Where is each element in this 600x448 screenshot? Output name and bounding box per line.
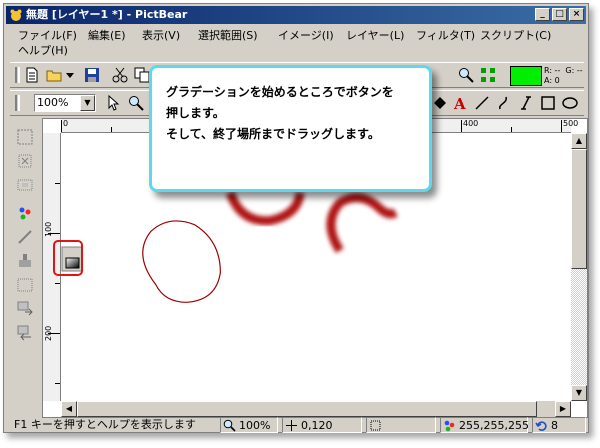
zoom-view-icon[interactable] — [458, 67, 474, 83]
callout-line-2: 押します。 — [166, 106, 225, 120]
bezier-tool-icon[interactable] — [518, 95, 534, 111]
zoom-select[interactable]: 100% ▼ — [34, 94, 96, 112]
menu-image[interactable]: イメージ(I) — [278, 28, 334, 43]
undo-arrow-icon — [535, 421, 547, 431]
menu-layer[interactable]: レイヤー(L) — [346, 28, 404, 43]
menu-view[interactable]: 表示(V) — [142, 28, 180, 43]
status-color-value: 255,255,255 — [459, 419, 529, 432]
menu-bar: ファイル(F) 編集(E) 表示(V) 選択範囲(S) イメージ(I) レイヤー… — [6, 26, 586, 60]
scroll-right-icon[interactable]: ▶ — [555, 401, 571, 417]
fill-diamond-icon[interactable] — [432, 95, 448, 111]
rect-select-icon[interactable] — [16, 128, 34, 146]
menu-help[interactable]: ヘルプ(H) — [18, 43, 68, 58]
magnifier-icon[interactable] — [128, 95, 144, 111]
color-dots-icon — [444, 420, 455, 432]
line-tool-icon[interactable] — [474, 95, 490, 111]
title-bar: 無題 [レイヤー1 *] - PictBear _ □ × — [6, 6, 586, 24]
curve-tool-icon[interactable] — [496, 95, 512, 111]
window-title: 無題 [レイヤー1 *] - PictBear — [26, 8, 188, 21]
menu-selection[interactable]: 選択範囲(S) — [198, 28, 258, 43]
status-brush-value: 8 — [551, 419, 558, 432]
copy-icon[interactable] — [134, 67, 150, 83]
menu-filter[interactable]: フィルタ(T) — [416, 28, 475, 43]
rectangle-tool-icon[interactable] — [540, 95, 556, 111]
pictbear-icon — [10, 9, 22, 21]
open-folder-icon[interactable] — [46, 67, 62, 83]
zoom-value: 100% — [37, 96, 69, 109]
color-pick-icon[interactable] — [16, 204, 34, 222]
magic-select-icon[interactable] — [16, 176, 34, 194]
menu-file[interactable]: ファイル(F) — [18, 28, 77, 43]
menu-script[interactable]: スクリプト(C) — [480, 28, 551, 43]
crosshair-icon — [286, 420, 297, 431]
ellipse-tool-icon[interactable] — [562, 95, 578, 111]
layer-transform-icon[interactable] — [16, 324, 34, 342]
pointer-icon[interactable] — [106, 95, 122, 111]
ruler-left-label: 100 — [44, 221, 53, 237]
callout-line-1: グラデーションを始めるところでボタンを — [166, 85, 394, 99]
dropdown-arrow-icon[interactable] — [62, 67, 78, 83]
freehand-select-icon[interactable] — [16, 152, 34, 170]
dotted-rect-icon[interactable] — [16, 276, 34, 294]
ruler-top-label: 500 — [563, 119, 579, 128]
selection-size-icon — [370, 420, 381, 431]
text-tool-icon[interactable]: A — [452, 95, 468, 111]
tool-panel — [12, 120, 38, 356]
cut-icon[interactable] — [112, 67, 128, 83]
rgb-readout: R: -- G: -- A: 0 — [544, 66, 583, 85]
ruler-top-label: 0 — [63, 119, 69, 128]
status-help-text: F1 キーを押すとヘルプを表示します — [14, 418, 196, 431]
brush-stroke-arc-1 — [226, 191, 305, 226]
status-color: 255,255,255 — [440, 417, 529, 433]
toolbar-grip-icon — [15, 95, 20, 111]
freehand-circle — [142, 220, 221, 303]
brush-tool-icon[interactable] — [16, 228, 34, 246]
status-zoom: 100% — [220, 417, 278, 433]
status-zoom-value: 100% — [239, 419, 271, 432]
status-position: 0,120 — [282, 417, 362, 433]
save-icon[interactable] — [84, 67, 100, 83]
maximize-button[interactable]: □ — [552, 8, 567, 21]
vertical-scroll-thumb[interactable] — [571, 149, 587, 269]
current-color-swatch[interactable] — [510, 66, 542, 86]
gradient-tool-highlight — [53, 240, 83, 276]
close-button[interactable]: × — [569, 8, 584, 21]
horizontal-scrollbar[interactable]: ◀ ▶ — [61, 401, 571, 417]
status-position-value: 0,120 — [301, 419, 333, 432]
status-selection-size — [366, 417, 436, 433]
magnifier-icon — [223, 419, 236, 432]
callout-line-3: そして、終了場所までドラッグします。 — [166, 127, 380, 141]
menu-edit[interactable]: 編集(E) — [88, 28, 126, 43]
brush-stroke-arc-2 — [326, 193, 398, 253]
stamp-tool-icon[interactable] — [16, 252, 34, 270]
minimize-button[interactable]: _ — [535, 8, 550, 21]
zoom-dropdown-icon[interactable]: ▼ — [80, 95, 95, 111]
instruction-callout: グラデーションを始めるところでボタンを 押します。 そして、終了場所までドラッグ… — [149, 65, 432, 192]
arrange-icon[interactable] — [480, 67, 496, 83]
status-bar: F1 キーを押すとヘルプを表示します 100% 0,120 255,255,25… — [6, 416, 586, 434]
ruler-top-label: 400 — [463, 119, 479, 128]
svg-text:A: A — [453, 95, 466, 111]
horizontal-scroll-thumb[interactable] — [77, 401, 537, 417]
scroll-down-icon[interactable]: ▼ — [571, 385, 587, 401]
vertical-scrollbar[interactable]: ▲ ▼ — [571, 133, 587, 401]
new-file-icon[interactable] — [24, 67, 40, 83]
scroll-up-icon[interactable]: ▲ — [571, 133, 587, 149]
status-brush: 8 — [532, 417, 586, 433]
scroll-left-icon[interactable]: ◀ — [61, 401, 77, 417]
layer-move-icon[interactable] — [16, 300, 34, 318]
